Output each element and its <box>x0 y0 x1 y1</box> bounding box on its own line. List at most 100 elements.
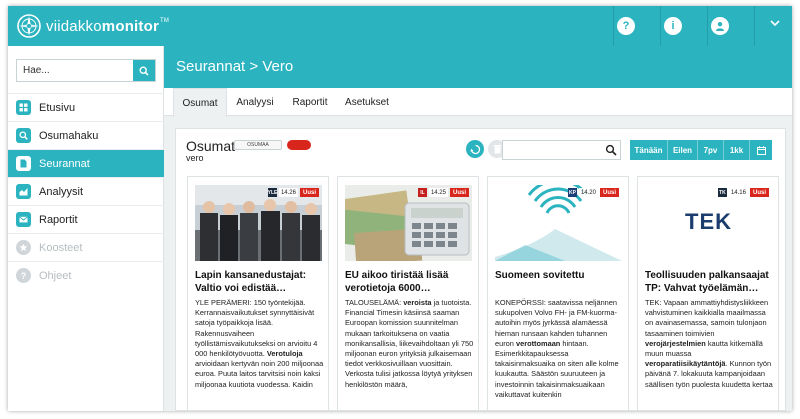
article-excerpt: TALOUSELÄMÄ: veroista ja tuotoista. Fina… <box>345 298 474 389</box>
app-window: viidakkomonitorTM ? i Hae... Etusivu Osu… <box>8 6 792 411</box>
article-image: IL 14.25 Uusi <box>345 185 472 261</box>
sidebar-item-analyysit[interactable]: Analyysit <box>8 177 164 205</box>
help-button[interactable]: ? <box>617 17 635 35</box>
sidebar-search-input[interactable] <box>17 60 135 81</box>
new-badge: Uusi <box>299 188 319 197</box>
tab-bar: Osumat Analyysi Raportit Asetukset <box>164 88 792 117</box>
article-meta: YLE 14.26 Uusi <box>268 188 319 197</box>
sidebar-search <box>16 59 156 82</box>
result-card[interactable]: TEK TK 14.16 Uusi Teollisuuden palkansaa… <box>637 176 779 410</box>
range-7d-button[interactable]: 7pv <box>698 140 724 160</box>
calendar-icon <box>756 145 766 155</box>
source-logo-icon: TK <box>717 188 727 197</box>
sidebar-item-koosteet[interactable]: Koosteet <box>8 233 164 261</box>
article-time: 14.16 <box>728 188 748 197</box>
article-title[interactable]: Lapin kansanedustajat: Valtio voi edistä… <box>195 269 325 295</box>
topbar-divider <box>754 6 755 46</box>
tab-raportit[interactable]: Raportit <box>283 88 337 116</box>
sidebar-item-label: Koosteet <box>39 241 83 254</box>
home-icon <box>16 100 31 115</box>
sidebar-item-seurannat[interactable]: Seurannat <box>8 149 164 177</box>
page-header: Seurannat > Vero <box>164 46 792 88</box>
sidebar-item-label: Analyysit <box>39 185 84 198</box>
search-icon <box>139 65 149 76</box>
sidebar-item-etusivu[interactable]: Etusivu <box>8 93 164 121</box>
new-badge: Uusi <box>449 188 469 197</box>
article-meta: KP 14.20 Uusi <box>567 188 619 197</box>
article-time: 14.25 <box>428 188 448 197</box>
range-yesterday-button[interactable]: Eilen <box>668 140 698 160</box>
sidebar: Etusivu Osumahaku Seurannat Analyysit <box>8 46 164 411</box>
document-icon <box>16 156 31 171</box>
article-image: YLE 14.26 Uusi <box>195 185 322 261</box>
topbar-divider <box>707 6 708 46</box>
star-icon <box>16 240 31 255</box>
tab-analyysi[interactable]: Analyysi <box>227 88 283 116</box>
article-title[interactable]: Teollisuuden palkansaajat TP: Vahvat työ… <box>645 269 775 295</box>
new-badge: Uusi <box>749 188 769 197</box>
help-icon: ? <box>622 20 630 32</box>
article-time: 14.26 <box>278 188 298 197</box>
logo[interactable]: viidakkomonitorTM <box>16 10 169 42</box>
alert-toggle[interactable] <box>287 140 311 150</box>
results-search <box>502 140 621 160</box>
article-excerpt: YLE PERÄMERI: 150 työntekijää. Kerrannai… <box>195 298 324 389</box>
sidebar-item-raportit[interactable]: Raportit <box>8 205 164 233</box>
sidebar-item-ohjeet[interactable]: ? Ohjeet <box>8 261 164 289</box>
article-time: 14.20 <box>578 188 598 197</box>
sidebar-nav: Etusivu Osumahaku Seurannat Analyysit Ra… <box>8 93 164 289</box>
top-bar: viidakkomonitorTM ? i <box>8 6 792 46</box>
tab-asetukset[interactable]: Asetukset <box>337 88 397 116</box>
results-subtitle: vero <box>186 153 204 163</box>
page-title: Seurannat > Vero <box>176 58 294 75</box>
article-title[interactable]: Suomeen sovitettu <box>495 269 625 282</box>
results-title: Osumat <box>186 138 236 154</box>
trash-icon <box>493 145 501 154</box>
search-icon[interactable] <box>605 144 617 156</box>
logo-text: viidakkomonitorTM <box>46 17 170 35</box>
info-icon: i <box>671 20 675 32</box>
article-meta: IL 14.25 Uusi <box>417 188 469 197</box>
account-menu-toggle[interactable] <box>770 18 780 30</box>
date-range-selector: Tänään Eilen 7pv 1kk <box>630 140 772 160</box>
compass-logo-icon <box>17 14 41 38</box>
topbar-divider <box>613 6 614 46</box>
article-title[interactable]: EU aikoo tiristää lisää verotietoja 6000… <box>345 269 475 295</box>
recycle-icon <box>470 144 480 154</box>
question-icon: ? <box>16 268 31 283</box>
tek-logo: TEK <box>685 209 732 234</box>
new-badge: Uusi <box>599 188 619 197</box>
result-card[interactable]: YLE 14.26 Uusi Lapin kansanedustajat: Va… <box>187 176 329 410</box>
tab-osumat[interactable]: Osumat <box>173 88 227 117</box>
user-icon <box>716 22 724 31</box>
user-button[interactable] <box>711 17 729 35</box>
article-excerpt: KONEPÖRSSI: saatavissa neljännen sukupol… <box>495 298 619 399</box>
sidebar-item-label: Raportit <box>39 213 78 226</box>
result-card[interactable]: KP 14.20 Uusi Suomeen sovitettu KONEPÖRS… <box>487 176 629 410</box>
article-image: KP 14.20 Uusi <box>495 185 622 261</box>
results-panel: Osumat OSUMAA vero Tänään Eilen 7pv 1kk … <box>175 128 786 411</box>
range-today-button[interactable]: Tänään <box>630 140 668 160</box>
range-1m-button[interactable]: 1kk <box>724 140 750 160</box>
results-count-badge: OSUMAA <box>234 140 282 150</box>
calendar-button[interactable] <box>750 140 772 160</box>
article-excerpt: TEK: Vapaan ammattiyhdistysliikkeen vahv… <box>645 298 773 389</box>
source-logo-icon: IL <box>417 188 427 197</box>
source-logo-icon: KP <box>567 188 577 197</box>
info-button[interactable]: i <box>664 17 682 35</box>
sidebar-item-osumahaku[interactable]: Osumahaku <box>8 121 164 149</box>
sidebar-search-button[interactable] <box>133 60 155 81</box>
sidebar-item-label: Ohjeet <box>39 269 72 282</box>
refresh-button[interactable] <box>466 140 484 158</box>
article-image: TEK TK 14.16 Uusi <box>645 185 772 261</box>
sidebar-item-label: Etusivu <box>39 101 76 114</box>
topbar-divider <box>660 6 661 46</box>
search-icon <box>16 128 31 143</box>
result-card[interactable]: IL 14.25 Uusi EU aikoo tiristää lisää ve… <box>337 176 479 410</box>
chevron-down-icon <box>770 20 780 27</box>
sidebar-item-label: Osumahaku <box>39 129 99 142</box>
results-search-input[interactable] <box>503 141 603 159</box>
chart-icon <box>16 184 31 199</box>
sidebar-item-label: Seurannat <box>39 157 90 170</box>
mail-icon <box>16 212 31 227</box>
